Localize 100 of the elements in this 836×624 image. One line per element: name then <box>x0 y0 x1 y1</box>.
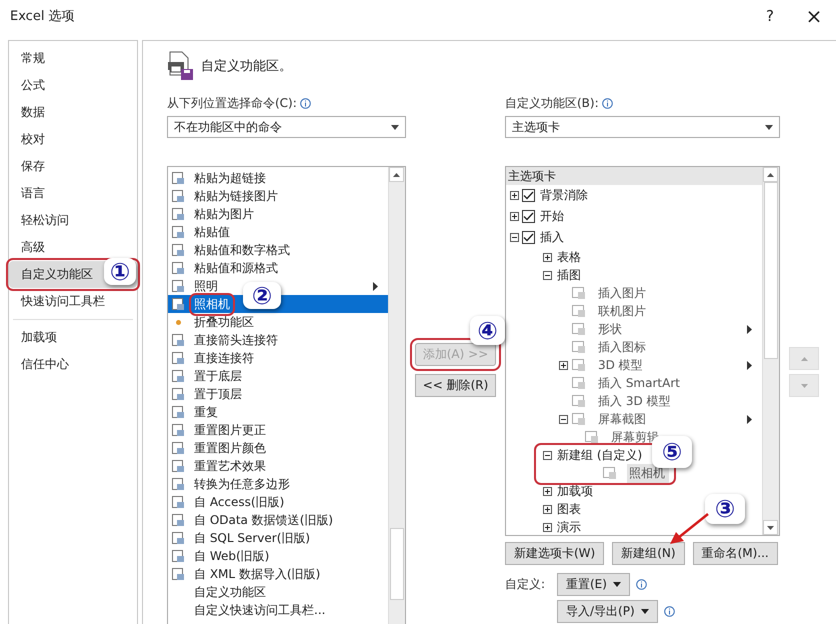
command-icon <box>171 513 185 527</box>
command-item[interactable]: 粘贴为图片 <box>192 206 256 222</box>
command-item[interactable]: 自 Access(旧版) <box>192 494 286 510</box>
tree-item[interactable]: 插图 <box>555 266 585 284</box>
command-item[interactable]: 自 Web(旧版) <box>192 548 272 564</box>
up-arrow-icon <box>393 172 400 176</box>
command-item[interactable]: 折叠功能区 <box>192 314 256 330</box>
tree-item[interactable]: 插入 <box>538 228 568 247</box>
tree-item[interactable]: 插入 3D 模型 <box>596 392 675 410</box>
close-button[interactable]: × <box>792 0 836 32</box>
command-icon <box>171 567 185 581</box>
checkbox[interactable] <box>522 189 535 202</box>
sidebar-item[interactable]: 信任中心 <box>9 351 137 378</box>
scrollbar[interactable] <box>388 167 405 624</box>
expand-toggle[interactable] <box>510 191 519 200</box>
collapse-toggle[interactable] <box>559 414 568 424</box>
expand-toggle[interactable] <box>559 360 568 370</box>
import-export-button[interactable]: 导入/导出(P) <box>557 600 658 623</box>
command-icon <box>171 387 185 401</box>
sidebar-item[interactable]: 语言 <box>9 180 137 207</box>
command-item[interactable]: 直接连接符 <box>192 350 256 366</box>
info-icon <box>300 98 311 108</box>
expand-toggle[interactable] <box>543 486 552 496</box>
sidebar-item[interactable]: 校对 <box>9 126 137 153</box>
command-icon <box>171 459 185 473</box>
sidebar-item[interactable]: 轻松访问 <box>9 207 137 234</box>
collapse-toggle[interactable] <box>543 450 552 460</box>
command-item[interactable]: 照相机 <box>192 296 232 312</box>
ribbon-label: 自定义功能区(B): <box>505 94 599 112</box>
command-item[interactable]: 自 SQL Server(旧版) <box>192 530 312 546</box>
command-icon <box>171 261 185 275</box>
sidebar-item[interactable]: 高级 <box>9 234 137 261</box>
tree-item[interactable]: 插入 SmartArt <box>596 374 684 392</box>
tree-item[interactable]: 屏幕截图 <box>596 410 650 428</box>
sidebar-item[interactable]: 常规 <box>9 45 137 72</box>
scrollbar-thumb[interactable] <box>390 528 404 600</box>
command-item[interactable]: 照明 <box>192 278 220 294</box>
ribbon-action-button[interactable]: 新建组(N) <box>612 542 685 565</box>
tree-item[interactable]: 图表 <box>555 500 585 518</box>
sidebar-item[interactable]: 保存 <box>9 153 137 180</box>
command-item[interactable]: 置于顶层 <box>192 386 244 402</box>
command-icon <box>171 333 185 347</box>
commands-dropdown[interactable]: 不在功能区中的命令 <box>167 116 406 138</box>
command-item[interactable]: 重置图片颜色 <box>192 440 268 456</box>
command-item[interactable]: 重复 <box>192 404 220 420</box>
expand-toggle[interactable] <box>510 212 519 221</box>
command-item[interactable]: 粘贴值和数字格式 <box>192 242 292 258</box>
tree-item[interactable]: 照相机 <box>627 464 669 482</box>
help-button[interactable]: ? <box>748 0 792 32</box>
command-item[interactable]: 转换为任意多边形 <box>192 476 292 492</box>
command-item[interactable]: 直接箭头连接符 <box>192 332 280 348</box>
command-item[interactable]: 粘贴值 <box>192 224 232 240</box>
sidebar-item[interactable]: 加载项 <box>9 324 137 351</box>
collapse-toggle[interactable] <box>543 270 552 280</box>
tree-item[interactable]: 插入图片 <box>596 284 650 302</box>
command-item[interactable]: 置于底层 <box>192 368 244 384</box>
tree-item[interactable]: 新建组 (自定义) <box>555 446 646 464</box>
sidebar-item[interactable]: 快速访问工具栏 <box>9 288 137 315</box>
tree-item[interactable]: 插入图标 <box>596 338 650 356</box>
command-item[interactable]: 自定义快速访问工具栏... <box>192 602 328 618</box>
ribbon-action-button[interactable]: 重命名(M)... <box>692 542 778 565</box>
expand-toggle[interactable] <box>543 504 552 514</box>
tree-item[interactable]: 加载项 <box>555 482 597 500</box>
command-icon <box>571 412 587 426</box>
command-item[interactable]: 重置艺术效果 <box>192 458 268 474</box>
tree-item[interactable]: 联机图片 <box>596 302 650 320</box>
collapse-toggle[interactable] <box>510 233 519 242</box>
command-item[interactable]: 自定义功能区 <box>192 584 268 600</box>
sidebar-item[interactable]: 数据 <box>9 99 137 126</box>
step-tooltip: ③ <box>705 494 745 524</box>
command-item[interactable]: 粘贴为超链接 <box>192 170 268 186</box>
command-icon <box>171 207 185 221</box>
command-icon <box>171 243 185 257</box>
command-item[interactable]: 自 OData 数据馈送(旧版) <box>192 512 336 528</box>
command-item[interactable]: 自 XML 数据导入(旧版) <box>192 566 322 582</box>
tree-item[interactable]: 表格 <box>555 248 585 266</box>
command-item[interactable]: 粘贴为链接图片 <box>192 188 280 204</box>
tree-item[interactable]: 3D 模型 <box>596 356 647 374</box>
tree-item[interactable]: 演示 <box>555 518 585 535</box>
checkbox[interactable] <box>522 210 535 223</box>
command-icon <box>171 189 185 203</box>
command-item[interactable]: 重置图片更正 <box>192 422 268 438</box>
command-icon <box>171 441 185 455</box>
info-icon <box>664 606 675 617</box>
ribbon-dropdown[interactable]: 主选项卡 <box>505 116 780 138</box>
ribbon-action-button[interactable]: 新建选项卡(W) <box>505 542 604 565</box>
expand-toggle[interactable] <box>543 522 552 532</box>
scrollbar-thumb[interactable] <box>764 182 778 359</box>
up-arrow-icon <box>767 172 774 176</box>
reset-dropdown-button[interactable]: 重置(E) <box>557 573 630 596</box>
command-item[interactable]: 粘贴值和源格式 <box>192 260 280 276</box>
expand-toggle[interactable] <box>543 252 552 262</box>
checkbox[interactable] <box>522 231 535 244</box>
tree-item[interactable]: 背景消除 <box>538 186 592 205</box>
tree-item[interactable]: 形状 <box>596 320 626 338</box>
tree-item[interactable]: 开始 <box>538 207 568 226</box>
sidebar-item[interactable]: 公式 <box>9 72 137 99</box>
scrollbar[interactable] <box>762 167 779 535</box>
down-arrow-icon <box>800 384 808 388</box>
remove-button[interactable]: << 删除(R) <box>415 374 496 397</box>
